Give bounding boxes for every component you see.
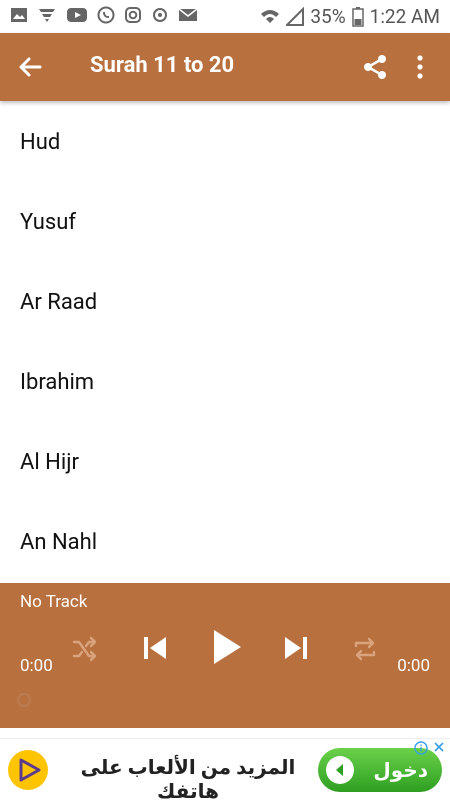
list-item[interactable]: Ibrahim <box>0 342 450 422</box>
shuffle-icon[interactable] <box>72 636 98 662</box>
battery-icon <box>351 6 364 27</box>
seek-thumb[interactable] <box>17 693 31 707</box>
list-item-label: Hud <box>20 129 61 155</box>
status-bar: 35% 1:22 AM <box>0 0 450 33</box>
list-item-label: Ibrahim <box>20 369 95 395</box>
wifi-icon <box>261 9 280 23</box>
surah-list: Hud Yusuf Ar Raad Ibrahim Al Hijr An Nah… <box>0 102 450 582</box>
list-item-label: An Nahl <box>20 529 98 555</box>
list-item[interactable]: An Nahl <box>0 502 450 582</box>
app-bar: Surah 11 to 20 <box>0 33 450 101</box>
back-arrow-icon[interactable] <box>16 53 44 81</box>
app-icon <box>153 8 167 22</box>
list-item[interactable]: Ar Raad <box>0 262 450 342</box>
elapsed-time: 0:00 <box>20 656 53 676</box>
ad-banner[interactable]: المزيد من الألعاب على هاتفك دخول <box>0 738 450 803</box>
more-vert-icon[interactable] <box>408 53 432 81</box>
share-icon[interactable] <box>361 53 389 81</box>
skip-next-icon[interactable] <box>282 634 310 662</box>
list-item[interactable]: Hud <box>0 102 450 182</box>
skip-previous-icon[interactable] <box>141 634 169 662</box>
list-item-label: Yusuf <box>20 209 77 235</box>
youtube-icon <box>67 8 87 22</box>
play-logo-icon <box>8 750 48 790</box>
wifi-hotspot-icon <box>39 9 55 22</box>
signal-icon <box>286 6 305 26</box>
audio-player: No Track 0:00 0:00 <box>0 583 450 728</box>
clock: 1:22 AM <box>369 5 440 28</box>
track-title: No Track <box>20 592 88 612</box>
ad-button-label: دخول <box>373 758 428 782</box>
notification-icons <box>10 6 198 24</box>
repeat-icon[interactable] <box>351 635 379 663</box>
arrow-left-icon <box>326 756 354 784</box>
ad-info-icon[interactable] <box>414 741 428 755</box>
ad-close-icon[interactable] <box>432 740 446 754</box>
duration-time: 0:00 <box>397 656 430 676</box>
page-title: Surah 11 to 20 <box>90 53 235 78</box>
play-icon[interactable] <box>210 627 244 667</box>
system-status: 35% 1:22 AM <box>260 5 440 28</box>
instagram-icon <box>125 7 141 23</box>
ad-text: المزيد من الألعاب على هاتفك <box>80 755 296 803</box>
battery-percent: 35% <box>310 5 346 28</box>
list-item-label: Al Hijr <box>20 449 79 475</box>
email-icon <box>178 8 198 21</box>
list-item-label: Ar Raad <box>20 289 98 315</box>
list-item[interactable]: Al Hijr <box>0 422 450 502</box>
image-icon <box>11 8 27 22</box>
whatsapp-icon <box>97 6 115 24</box>
list-item[interactable]: Yusuf <box>0 182 450 262</box>
